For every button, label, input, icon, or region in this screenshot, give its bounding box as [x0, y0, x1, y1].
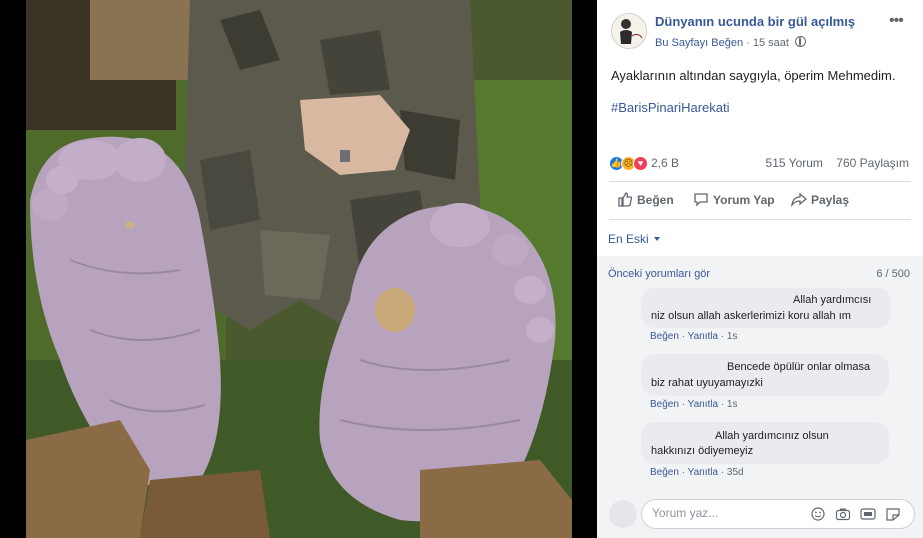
divider [609, 219, 911, 220]
comment-time[interactable]: 1s [727, 331, 738, 342]
comment-text: Allah yardımcınız olsun [715, 430, 829, 442]
comment-reply-link[interactable]: Yanıtla [688, 399, 718, 410]
globe-icon [795, 36, 807, 47]
comment-text: Bencede öpülür onlar olmasa [727, 361, 871, 373]
comment-time[interactable]: 1s [727, 399, 738, 410]
comment-meta: Beğen · Yanıtla · 35d [650, 467, 744, 478]
share-button-label: Paylaş [811, 193, 850, 207]
post-text: Ayaklarının altından saygıyla, öperim Me… [611, 68, 896, 83]
user-avatar [609, 500, 637, 528]
hashtag-link[interactable]: #BarisPinariHarekati [611, 100, 730, 115]
post-header: Dünyanın ucunda bir gül açılmış Bu Sayfa… [597, 0, 923, 60]
comment-count[interactable]: 515 Yorum [766, 156, 823, 170]
comment-text: hakkınızı ödiyemeyiz [651, 445, 754, 457]
comment-bubble: Allah yardımcınız olsun hakkınızı ödiyem… [641, 422, 889, 464]
comment-reply-link[interactable]: Yanıtla [688, 331, 718, 342]
action-bar: Beğen Yorum Yap Paylaş [609, 186, 911, 216]
avatar-illustration [612, 14, 646, 48]
reaction-stats: 👍 ☹ ♥ 2,6 B 515 Yorum 760 Paylaşım [609, 154, 909, 174]
page-avatar[interactable] [611, 13, 647, 49]
comment-text: niz olsun allah askerlerimizi koru allah… [651, 310, 851, 322]
thumbs-up-icon [618, 192, 633, 207]
emoji-icon[interactable] [810, 507, 826, 521]
comment-icon [694, 193, 708, 207]
gif-icon[interactable] [860, 507, 876, 521]
commenter-avatar[interactable] [609, 290, 637, 318]
comment-reply-link[interactable]: Yanıtla [688, 467, 718, 478]
sort-label: En Eski [608, 232, 649, 246]
meta-separator: · [746, 37, 750, 49]
comments-section: Önceki yorumları gör 6 / 500 Allah yardı… [597, 256, 923, 538]
like-page-link[interactable]: Bu Sayfayı Beğen [655, 37, 743, 49]
comment-composer [641, 499, 915, 529]
comment-time[interactable]: 35d [727, 467, 744, 478]
share-icon [791, 192, 808, 208]
post-time[interactable]: 15 saat [753, 37, 789, 49]
comment-sort-dropdown[interactable]: En Eski [608, 232, 660, 246]
comment-like-link[interactable]: Beğen [650, 331, 679, 342]
comment-meta: Beğen · Yanıtla · 1s [650, 331, 738, 342]
comment-like-link[interactable]: Beğen [650, 399, 679, 410]
comment-page-count: 6 / 500 [876, 268, 910, 280]
like-button[interactable]: Beğen [617, 192, 674, 207]
engagement-counts: 515 Yorum 760 Paylaşım [766, 156, 909, 170]
comment-text: biz rahat uyuyamayızki [651, 377, 763, 389]
post-photo[interactable] [0, 0, 597, 538]
comment-meta: Beğen · Yanıtla · 1s [650, 399, 738, 410]
comment-bubble: Bencede öpülür onlar olmasa biz rahat uy… [641, 354, 889, 396]
post-meta: Bu Sayfayı Beğen · 15 saat [655, 36, 807, 49]
share-count[interactable]: 760 Paylaşım [836, 156, 909, 170]
commenter-avatar[interactable] [609, 424, 637, 452]
reaction-count[interactable]: 2,6 B [651, 156, 679, 170]
comment-text: Allah yardımcısı [793, 294, 872, 306]
ellipsis-icon[interactable]: ••• [889, 12, 904, 30]
comment-button-label: Yorum Yap [713, 193, 775, 207]
previous-comments-link[interactable]: Önceki yorumları gör [608, 268, 710, 280]
commenter-avatar[interactable] [609, 356, 637, 384]
love-reaction-icon: ♥ [633, 156, 648, 171]
like-button-label: Beğen [637, 193, 674, 207]
post-panel: Dünyanın ucunda bir gül açılmış Bu Sayfa… [597, 0, 923, 538]
sticker-icon[interactable] [885, 507, 901, 521]
share-button[interactable]: Paylaş [791, 192, 850, 208]
comment-like-link[interactable]: Beğen [650, 467, 679, 478]
comment-input[interactable] [652, 506, 792, 520]
camera-icon[interactable] [835, 507, 851, 521]
photo-illustration [0, 0, 597, 538]
divider [609, 181, 911, 182]
comment-bubble: Allah yardımcısı niz olsun allah askerle… [641, 288, 891, 328]
comment-button[interactable]: Yorum Yap [693, 192, 775, 207]
page-name-link[interactable]: Dünyanın ucunda bir gül açılmış [655, 14, 855, 29]
caret-down-icon [653, 237, 660, 241]
